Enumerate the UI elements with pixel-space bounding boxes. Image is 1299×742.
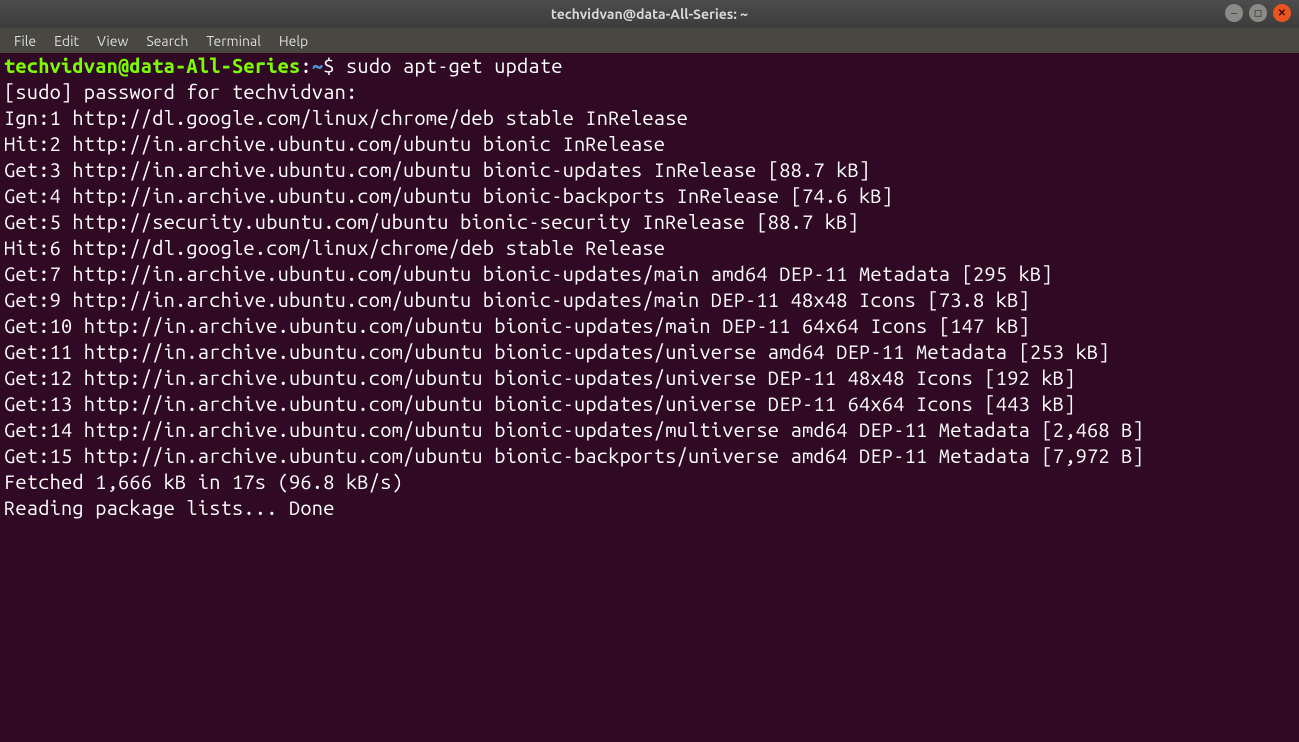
output-line: Fetched 1,666 kB in 17s (96.8 kB/s) (4, 470, 403, 493)
output-line: Get:12 http://in.archive.ubuntu.com/ubun… (4, 366, 1076, 389)
window-titlebar: techvidvan@data-All-Series: ~ ‒ ◻ ✕ (0, 0, 1299, 28)
output-line: Get:7 http://in.archive.ubuntu.com/ubunt… (4, 262, 1053, 285)
close-button[interactable]: ✕ (1273, 4, 1291, 22)
minimize-button[interactable]: ‒ (1225, 4, 1243, 22)
output-line: Hit:6 http://dl.google.com/linux/chrome/… (4, 236, 665, 259)
menu-search[interactable]: Search (138, 31, 196, 51)
menu-edit[interactable]: Edit (46, 31, 87, 51)
output-line: Get:11 http://in.archive.ubuntu.com/ubun… (4, 340, 1110, 363)
output-line: Hit:2 http://in.archive.ubuntu.com/ubunt… (4, 132, 665, 155)
menu-view[interactable]: View (89, 31, 136, 51)
output-line: Get:9 http://in.archive.ubuntu.com/ubunt… (4, 288, 1030, 311)
output-line: Get:5 http://security.ubuntu.com/ubuntu … (4, 210, 859, 233)
output-line: Get:15 http://in.archive.ubuntu.com/ubun… (4, 444, 1144, 467)
prompt-separator: : (300, 54, 311, 77)
output-line: Get:14 http://in.archive.ubuntu.com/ubun… (4, 418, 1144, 441)
menu-bar: File Edit View Search Terminal Help (0, 28, 1299, 53)
output-line: Reading package lists... Done (4, 496, 335, 519)
menu-file[interactable]: File (6, 31, 44, 51)
output-line: Ign:1 http://dl.google.com/linux/chrome/… (4, 106, 688, 129)
menu-terminal[interactable]: Terminal (198, 31, 269, 51)
terminal-output[interactable]: techvidvan@data-All-Series:~$ sudo apt-g… (0, 53, 1299, 525)
prompt-command: sudo apt-get update (346, 54, 563, 77)
output-line: Get:4 http://in.archive.ubuntu.com/ubunt… (4, 184, 893, 207)
window-title: techvidvan@data-All-Series: ~ (551, 6, 748, 22)
output-line: Get:10 http://in.archive.ubuntu.com/ubun… (4, 314, 1030, 337)
prompt-user-host: techvidvan@data-All-Series (4, 54, 300, 77)
prompt-path: ~ (312, 54, 323, 77)
prompt-symbol: $ (323, 54, 334, 77)
window-controls: ‒ ◻ ✕ (1225, 4, 1291, 22)
menu-help[interactable]: Help (271, 31, 316, 51)
output-line: Get:13 http://in.archive.ubuntu.com/ubun… (4, 392, 1076, 415)
output-line: Get:3 http://in.archive.ubuntu.com/ubunt… (4, 158, 870, 181)
output-line: [sudo] password for techvidvan: (4, 80, 369, 103)
maximize-button[interactable]: ◻ (1249, 4, 1267, 22)
